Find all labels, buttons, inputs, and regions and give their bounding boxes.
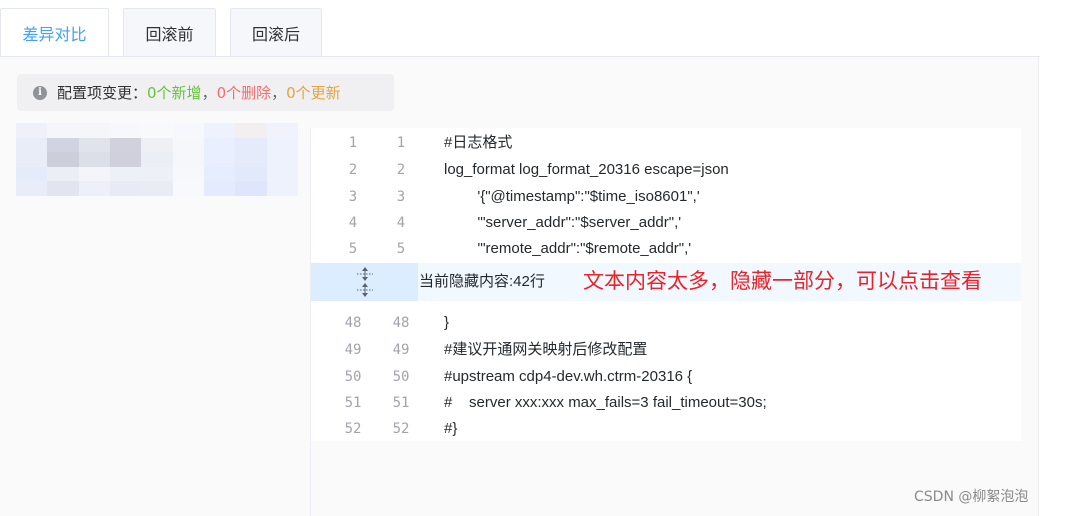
code-text: } [444,314,450,331]
right-line-number: 4 [396,215,406,231]
code-text: '"server_addr":"$server_addr",' [444,214,682,231]
tab-after-rollback[interactable]: 回滚后 [230,8,322,56]
left-line-number: 52 [344,421,362,437]
code-text: '"remote_addr":"$remote_addr",' [444,240,692,257]
left-line-number: 3 [348,189,358,205]
blurred-content [16,123,298,196]
tab-before-rollback[interactable]: 回滚前 [123,8,216,56]
code-text: #} [444,420,458,437]
left-line-number: 5 [348,241,358,257]
deleted-count: 0个删除 [216,84,272,102]
left-line-number: 51 [344,395,362,411]
tab-bar: 差异对比 回滚前 回滚后 [0,0,1040,57]
right-line-number: 3 [396,189,406,205]
added-count: 0个新增 [147,84,202,102]
separator: ， [271,84,287,102]
code-line: 48 48 } [311,310,1021,336]
tab-diff[interactable]: 差异对比 [0,8,109,57]
right-line-number: 50 [392,369,410,385]
code-text: #upstream cdp4-dev.wh.ctrm-20316 { [444,368,693,385]
left-line-number: 2 [348,162,358,178]
code-line: 3 3 '{"@timestamp":"$time_iso8601",' [311,184,1021,210]
right-line-number: 52 [392,421,410,437]
code-line: 51 51 # server xxx:xxx max_fails=3 fail_… [311,390,1021,416]
right-line-number: 51 [392,395,410,411]
left-line-number: 49 [344,342,362,358]
code-line: 5 5 '"remote_addr":"$remote_addr",' [311,236,1021,262]
expand-hidden-button[interactable] [311,263,418,301]
code-text: '{"@timestamp":"$time_iso8601",' [444,188,700,205]
info-icon: i [33,85,47,100]
left-line-number: 48 [344,315,362,331]
expand-icon [356,267,373,297]
left-line-number: 1 [348,135,358,151]
code-line: 4 4 '"server_addr":"$server_addr",' [311,210,1021,236]
code-text: # server xxx:xxx max_fails=3 fail_timeou… [444,394,767,411]
right-line-number: 49 [392,342,410,358]
right-line-number: 48 [392,315,410,331]
change-summary-alert: i 配置项变更： 0个新增 ， 0个删除 ， 0个更新 [17,74,394,111]
right-line-number: 1 [396,135,406,151]
annotation-text: 文本内容太多，隐藏一部分，可以点击查看 [583,269,982,293]
code-text: #日志格式 [444,134,513,151]
code-text: #建议开通网关映射后修改配置 [444,341,648,358]
diff-viewer: 1 1 #日志格式 2 2 log_format log_format_2031… [310,128,1021,516]
code-line: 50 50 #upstream cdp4-dev.wh.ctrm-20316 { [311,364,1021,390]
code-text: log_format log_format_20316 escape=json [444,161,729,178]
hidden-lines-label: 当前隐藏内容:42行 [419,273,545,290]
left-line-number: 4 [348,215,358,231]
left-line-number: 50 [344,369,362,385]
code-line: 1 1 #日志格式 [311,130,1021,156]
code-line: 49 49 #建议开通网关映射后修改配置 [311,337,1021,363]
updated-count: 0个更新 [286,84,341,102]
watermark: CSDN @柳絮泡泡 [914,489,1029,505]
right-line-number: 2 [396,162,406,178]
separator: ， [201,84,217,102]
right-line-number: 5 [396,241,406,257]
code-line: 2 2 log_format log_format_20316 escape=j… [311,157,1021,183]
code-line: 52 52 #} [311,416,1021,442]
alert-prefix: 配置项变更： [57,84,148,102]
